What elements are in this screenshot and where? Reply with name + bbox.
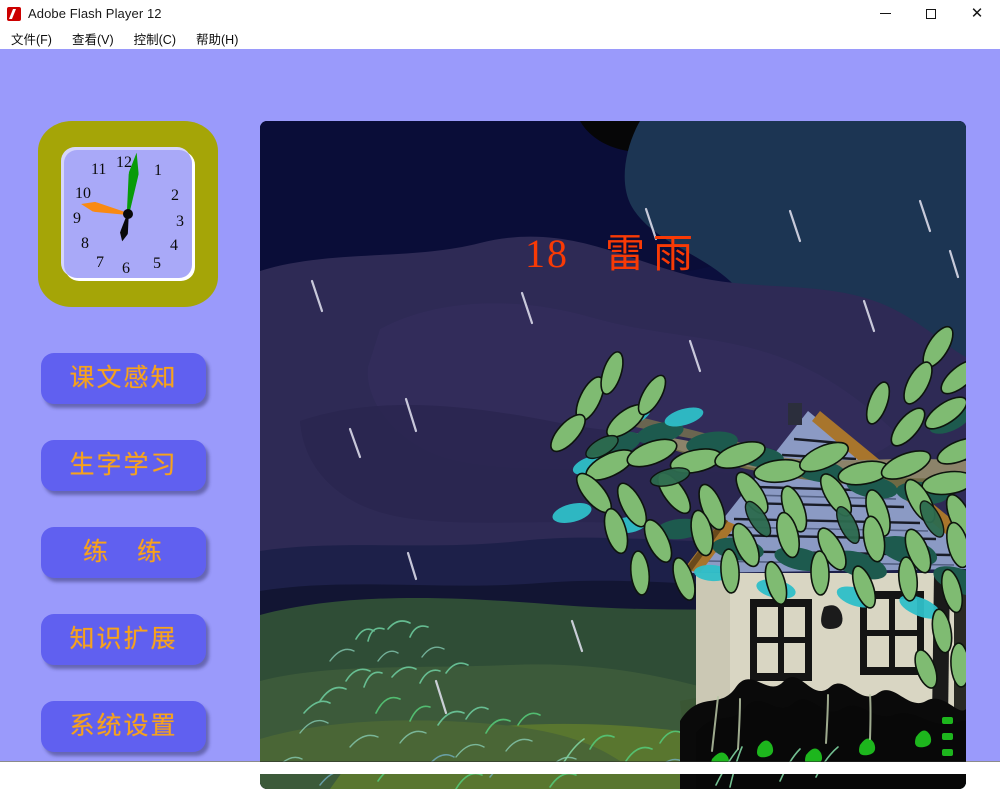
lesson-illustration[interactable]: 18 雷雨 (260, 121, 966, 789)
clock-numeral-6: 6 (122, 260, 130, 277)
clock-numeral-5: 5 (153, 255, 161, 272)
clock-face: 12 1 2 3 4 5 6 7 8 9 10 11 (64, 150, 192, 278)
clock-numeral-1: 1 (154, 162, 162, 179)
minimize-icon (879, 13, 891, 14)
nav-button-label: 系统设置 (69, 713, 178, 740)
title-bar: Adobe Flash Player 12 ✕ (0, 0, 1000, 27)
flash-player-window: Adobe Flash Player 12 ✕ 文件(F) 查看(V) 控制(C… (0, 0, 1000, 789)
clock-numeral-4: 4 (170, 237, 178, 254)
nav-button-label: 练 练 (82, 539, 164, 566)
storm-scene-artwork (260, 121, 966, 789)
clock-numeral-12: 12 (116, 154, 132, 171)
flash-stage: 12 1 2 3 4 5 6 7 8 9 10 11 课文感知 生字学习 练 练… (0, 49, 1000, 789)
clock-numeral-11: 11 (91, 161, 107, 178)
window-title: Adobe Flash Player 12 (28, 6, 162, 21)
window-bottom-strip (0, 762, 1000, 774)
clock-numeral-7: 7 (96, 254, 104, 271)
menu-file[interactable]: 文件(F) (2, 29, 61, 48)
nav-button-system-settings[interactable]: 系统设置 (41, 701, 206, 752)
close-icon: ✕ (970, 4, 984, 22)
nav-button-column: 课文感知 生字学习 练 练 知识扩展 系统设置 (41, 353, 207, 788)
flash-logo-icon (7, 6, 21, 21)
clock-widget: 12 1 2 3 4 5 6 7 8 9 10 11 (38, 121, 218, 307)
clock-center-cap (123, 209, 133, 219)
clock-numeral-8: 8 (81, 235, 89, 252)
menu-help[interactable]: 帮助(H) (187, 29, 247, 48)
menu-view[interactable]: 查看(V) (63, 29, 123, 48)
clock-numeral-10: 10 (75, 185, 91, 202)
nav-button-label: 课文感知 (69, 365, 178, 392)
clock-numeral-2: 2 (171, 187, 179, 204)
nav-button-practice[interactable]: 练 练 (41, 527, 206, 578)
nav-button-new-characters[interactable]: 生字学习 (41, 440, 206, 491)
clock-numeral-3: 3 (176, 213, 184, 230)
nav-button-label: 生字学习 (69, 452, 178, 479)
clock-numeral-9: 9 (73, 210, 81, 227)
menu-control[interactable]: 控制(C) (125, 29, 185, 48)
menu-bar: 文件(F) 查看(V) 控制(C) 帮助(H) (0, 27, 1000, 49)
nav-button-label: 知识扩展 (69, 626, 178, 653)
maximize-icon (926, 8, 936, 19)
nav-button-knowledge-extension[interactable]: 知识扩展 (41, 614, 206, 665)
close-button[interactable]: ✕ (954, 0, 1000, 27)
nav-button-text-perception[interactable]: 课文感知 (41, 353, 206, 404)
window-controls: ✕ (862, 0, 1000, 27)
maximize-button[interactable] (908, 0, 954, 27)
minimize-button[interactable] (862, 0, 908, 27)
